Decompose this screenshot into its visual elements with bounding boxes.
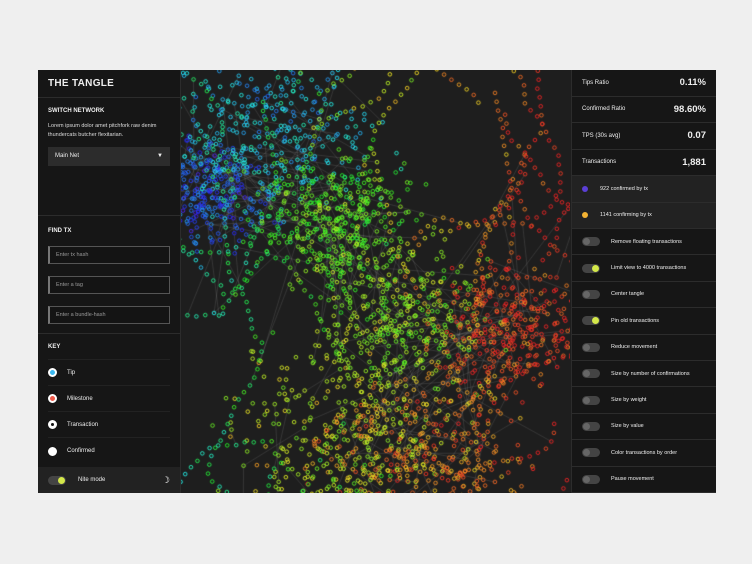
find-tx-heading: FIND TX xyxy=(48,228,72,234)
key-item-milestone: Milestone xyxy=(48,386,170,412)
option-row[interactable]: Pin old transactions xyxy=(572,308,716,335)
legend-label: 1141 confirming by tx xyxy=(600,212,652,219)
stat-row: TPS (30s avg) 0.07 xyxy=(572,123,716,150)
option-toggle[interactable] xyxy=(582,369,600,379)
stat-value: 0.11% xyxy=(679,77,706,89)
stat-value: 0.07 xyxy=(687,130,707,142)
option-row[interactable]: Size by weight xyxy=(572,387,716,414)
legend-dot-icon xyxy=(582,185,588,192)
key-item-confirmed: Confirmed xyxy=(48,438,170,464)
confirmed-dot-icon xyxy=(48,446,57,456)
key-item-transaction: Transaction xyxy=(48,412,170,438)
stat-value: 1,881 xyxy=(682,156,706,168)
legend-item: 1141 confirming by tx xyxy=(572,202,716,229)
nite-mode-toggle[interactable] xyxy=(48,475,66,485)
key-section: KEY Tip Milestone Transaction Confirmed xyxy=(38,334,180,464)
tag-input[interactable]: Enter a tag xyxy=(48,276,170,294)
moon-icon[interactable]: ☽ xyxy=(162,475,170,486)
option-toggle[interactable] xyxy=(582,342,600,352)
key-label: Confirmed xyxy=(67,448,95,454)
tx-hash-input[interactable]: Enter tx hash xyxy=(48,246,170,264)
stat-label: Confirmed Ratio xyxy=(582,106,626,113)
key-label: Tip xyxy=(67,369,76,376)
tip-dot-icon xyxy=(48,368,57,377)
option-label: Size by value xyxy=(611,423,644,430)
stat-label: TPS (30s avg) xyxy=(582,132,621,139)
legend-item: 922 confirmed by tx xyxy=(572,176,716,203)
left-sidebar: THE TANGLE SWITCH NETWORK Lorem ipsum do… xyxy=(38,70,181,493)
option-row[interactable]: Size by value xyxy=(572,414,716,441)
bundle-hash-input[interactable]: Enter a bundle-hash xyxy=(48,306,170,324)
switch-network-heading: SWITCH NETWORK xyxy=(48,108,105,114)
stat-value: 98.60% xyxy=(673,103,706,115)
stat-row: Transactions 1,881 xyxy=(572,150,716,176)
option-toggle[interactable] xyxy=(582,289,600,299)
option-toggle[interactable] xyxy=(582,395,600,405)
transaction-dot-icon xyxy=(48,420,57,429)
option-row[interactable]: Pause movement xyxy=(572,467,716,493)
option-row[interactable]: Color transactions by order xyxy=(572,440,716,467)
app-window: THE TANGLE SWITCH NETWORK Lorem ipsum do… xyxy=(38,70,716,493)
legend-dot-icon xyxy=(582,212,588,219)
option-row[interactable]: Remove floating transactions xyxy=(572,229,716,256)
option-label: Size by number of confirmations xyxy=(611,370,690,377)
key-item-tip: Tip xyxy=(48,360,170,386)
stat-label: Tips Ratio xyxy=(582,79,609,86)
option-label: Center tangle xyxy=(611,291,645,298)
option-label: Pause movement xyxy=(611,476,654,483)
option-toggle[interactable] xyxy=(582,448,600,458)
option-label: Size by weight xyxy=(611,397,647,404)
option-label: Color transactions by order xyxy=(611,449,678,456)
stat-label: Transactions xyxy=(582,159,617,166)
option-row[interactable]: Reduce movement xyxy=(572,335,716,361)
legend-label: 922 confirmed by tx xyxy=(600,185,648,192)
option-row[interactable]: Center tangle xyxy=(572,282,716,309)
option-toggle[interactable] xyxy=(582,237,600,247)
tangle-graph[interactable] xyxy=(181,70,571,493)
option-row[interactable]: Size by number of confirmations xyxy=(572,361,716,388)
milestone-dot-icon xyxy=(48,394,57,403)
option-toggle[interactable] xyxy=(582,421,600,431)
switch-network-section: SWITCH NETWORK Lorem ipsum dolor amet pi… xyxy=(38,98,180,216)
app-title: THE TANGLE xyxy=(38,70,180,98)
stat-row: Tips Ratio 0.11% xyxy=(572,70,716,97)
option-row[interactable]: Limit view to 4000 transactions xyxy=(572,255,716,282)
option-label: Remove floating transactions xyxy=(611,238,682,245)
option-toggle[interactable] xyxy=(582,263,600,273)
option-label: Reduce movement xyxy=(611,344,658,351)
key-heading: KEY xyxy=(48,334,170,360)
option-label: Pin old transactions xyxy=(611,317,659,324)
find-tx-section: FIND TX Enter tx hash Enter a tag Enter … xyxy=(38,216,180,334)
option-label: Limit view to 4000 transactions xyxy=(611,265,687,272)
key-label: Milestone xyxy=(67,395,93,402)
nite-mode-bar: Nite mode ☽ xyxy=(38,467,180,493)
option-toggle[interactable] xyxy=(582,316,600,326)
right-panel: Tips Ratio 0.11% Confirmed Ratio 98.60% TPS … xyxy=(571,70,716,493)
nite-mode-label: Nite mode xyxy=(78,477,106,483)
tangle-graph-canvas[interactable] xyxy=(181,70,570,493)
key-label: Transaction xyxy=(67,421,99,428)
network-select-value: Main Net xyxy=(55,153,80,160)
caret-down-icon: ▼ xyxy=(157,153,163,160)
switch-network-description: Lorem ipsum dolor amet pitchfork raw den… xyxy=(48,123,157,138)
stat-row: Confirmed Ratio 98.60% xyxy=(572,97,716,123)
option-toggle[interactable] xyxy=(582,474,600,484)
network-select[interactable]: Main Net ▼ xyxy=(48,146,170,166)
